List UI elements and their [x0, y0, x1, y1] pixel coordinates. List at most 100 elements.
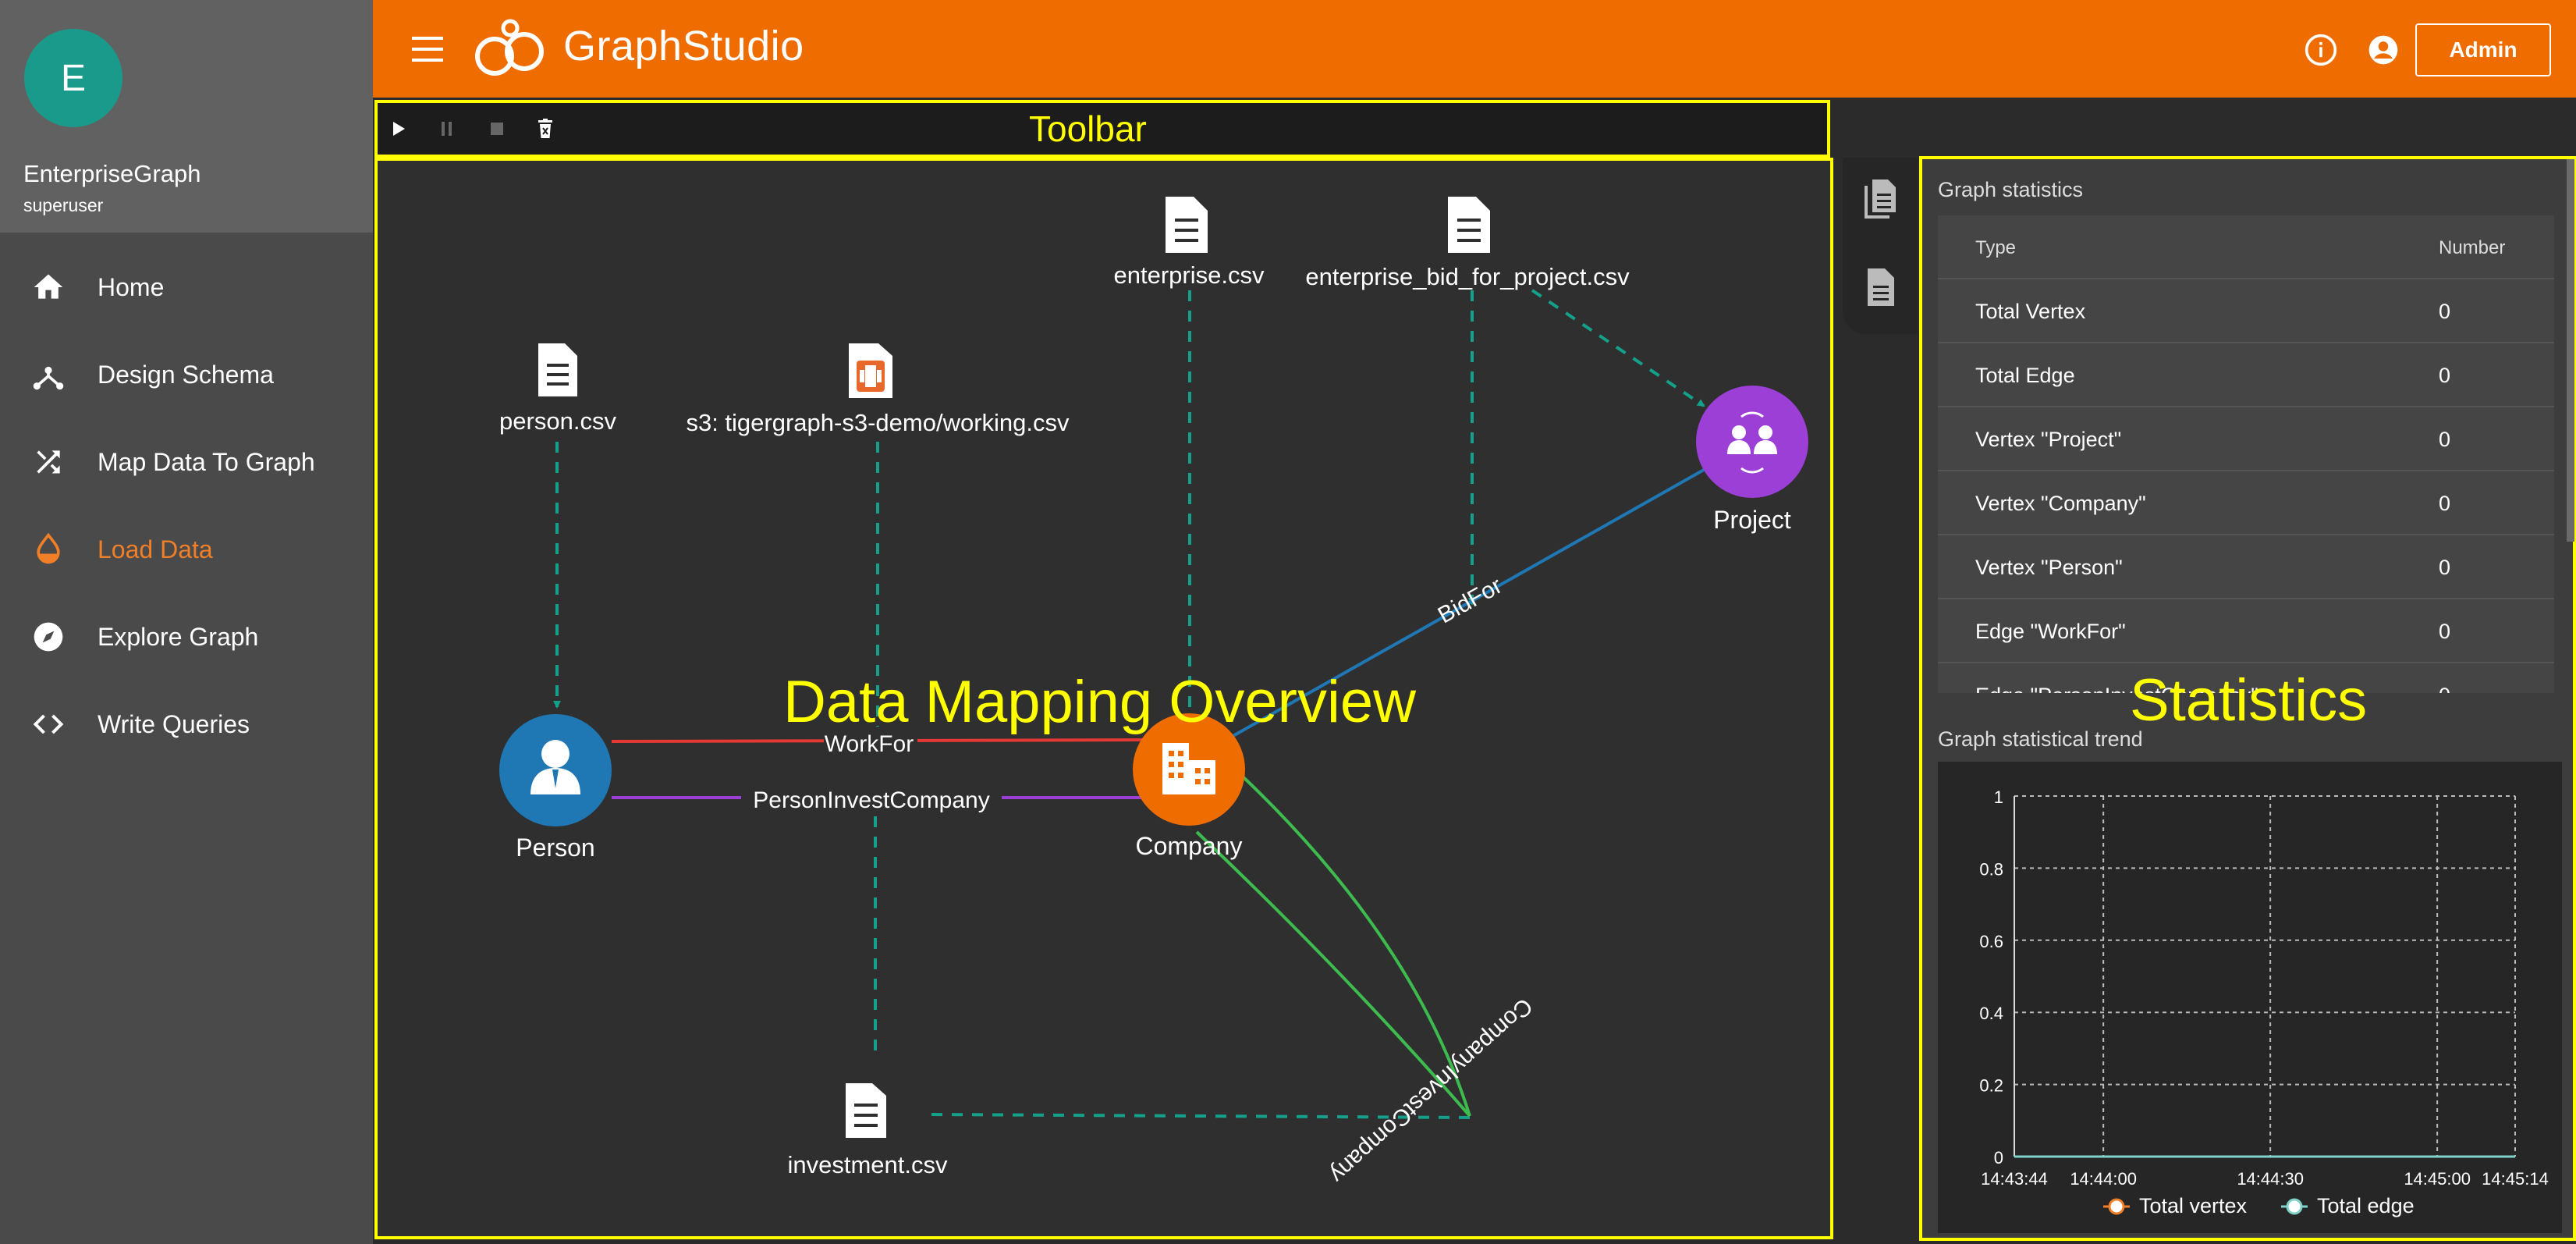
toolbar: Toolbar	[374, 100, 1830, 158]
vertex-label: Person	[516, 833, 594, 862]
sidebar-item-label: Home	[98, 272, 165, 301]
file-enterprise-csv[interactable]: enterprise.csv	[1114, 197, 1265, 289]
table-row: Total Edge 0	[1938, 343, 2554, 407]
cell-number: 0	[2439, 492, 2451, 515]
sidebar-item-load-data[interactable]: Load Data	[0, 510, 373, 588]
cell-number: 0	[2439, 684, 2450, 693]
table-row: Vertex "Company" 0	[1938, 471, 2554, 535]
sidebar-item-label: Explore Graph	[98, 622, 259, 651]
table-row: Vertex "Project" 0	[1938, 407, 2554, 471]
document-icon[interactable]	[1863, 267, 1897, 309]
cell-number: 0	[2439, 364, 2451, 387]
cell-type: Total Vertex	[1975, 300, 2086, 323]
code-icon	[30, 706, 67, 743]
file-enterprise-bid-for-project-csv[interactable]: enterprise_bid_for_project.csv	[1305, 197, 1630, 290]
shuffle-icon	[30, 443, 67, 481]
cell-type: Edge "WorkFor"	[1975, 620, 2126, 643]
file-icon	[1448, 197, 1490, 253]
data-mapping-canvas[interactable]: WorkFor PersonInvestCompany BidFor Compa…	[374, 158, 1833, 1239]
file-icon	[846, 1083, 886, 1138]
play-icon[interactable]	[385, 116, 412, 142]
avatar[interactable]: E	[24, 29, 122, 127]
admin-button[interactable]: Admin	[2415, 23, 2551, 76]
cell-number: 0	[2439, 300, 2451, 323]
trend-chart[interactable]: 0 0.2 0.4 0.6 0.8 1 14:43:44 14:44:00 14:44:30 14…	[1938, 762, 2562, 1233]
table-row: Edge "WorkFor" 0	[1938, 599, 2554, 663]
home-icon	[30, 268, 67, 306]
graph-statistics-table[interactable]: Type Number Total Vertex 0 Total Edge 0 Ve…	[1938, 215, 2554, 693]
y-tick-label: 0.2	[1979, 1076, 2003, 1096]
brand-name: GraphStudio	[563, 22, 804, 70]
panel-tabs	[1843, 158, 1918, 334]
brand-name-bold: Graph	[563, 23, 683, 69]
x-tick-label: 14:43:44	[1981, 1169, 2048, 1189]
overview-annotation-label: Data Mapping Overview	[783, 669, 1417, 735]
cell-type: Vertex "Project"	[1975, 428, 2122, 451]
sidebar-item-write-queries[interactable]: Write Queries	[0, 685, 373, 763]
table-row: Vertex "Person" 0	[1938, 535, 2554, 599]
edge-label-bidfor: BidFor	[1434, 573, 1506, 629]
account-icon[interactable]	[2366, 33, 2400, 71]
y-tick-label: 0	[1994, 1148, 2003, 1168]
y-tick-label: 0.4	[1979, 1004, 2003, 1023]
table-header: Type Number	[1938, 215, 2554, 279]
y-tick-label: 0.6	[1979, 932, 2003, 951]
stop-icon[interactable]	[484, 116, 510, 142]
cell-number: 0	[2439, 428, 2451, 451]
statistics-panel: Graph statistics Type Number Total Verte…	[1919, 156, 2576, 1241]
file-investment-csv[interactable]: investment.csv	[787, 1083, 948, 1178]
sidebar-item-design-schema[interactable]: Design Schema	[0, 336, 373, 414]
file-name: person.csv	[499, 407, 616, 435]
legend-label: Total vertex	[2139, 1194, 2248, 1217]
table-scrollbar[interactable]	[2567, 159, 2574, 542]
hamburger-menu-icon[interactable]	[412, 35, 445, 67]
schema-icon	[30, 356, 67, 393]
graph-name: EnterpriseGraph	[23, 160, 201, 187]
sidebar-item-label: Load Data	[98, 535, 213, 563]
file-icon	[538, 343, 577, 396]
water-drop-icon	[30, 531, 67, 568]
legend-label: Total edge	[2317, 1194, 2415, 1217]
brand-name-light: Studio	[682, 23, 804, 69]
sidebar-item-explore-graph[interactable]: Explore Graph	[0, 598, 373, 676]
column-header-type: Type	[1975, 237, 2017, 258]
info-icon[interactable]	[2304, 33, 2338, 71]
file-name: enterprise_bid_for_project.csv	[1305, 263, 1630, 290]
vertex-circle	[1696, 386, 1808, 498]
file-person-csv[interactable]: person.csv	[499, 343, 616, 435]
x-tick-label: 14:45:00	[2404, 1169, 2471, 1189]
chart-background	[1938, 762, 2562, 1233]
compass-icon	[30, 618, 67, 656]
sidebar-item-map-data[interactable]: Map Data To Graph	[0, 423, 373, 501]
trend-title: Graph statistical trend	[1938, 727, 2143, 751]
file-icon	[1166, 197, 1208, 253]
vertex-label: Project	[1713, 506, 1791, 534]
graph-statistics-title: Graph statistics	[1938, 178, 2084, 201]
sidebar-item-label: Write Queries	[98, 709, 250, 738]
file-name: s3: tigergraph-s3-demo/working.csv	[686, 409, 1070, 436]
edge-companyinvestcompany-a[interactable]	[1242, 776, 1471, 1117]
edge-label-personinvestcompany-text: PersonInvestCompany	[753, 787, 990, 813]
delete-icon[interactable]	[532, 116, 559, 142]
cell-type: Vertex "Company"	[1975, 492, 2146, 515]
s3-bucket-icon	[849, 343, 892, 398]
vertex-project[interactable]: Project	[1696, 386, 1808, 534]
app-header: GraphStudio Admin	[373, 0, 2576, 98]
pause-icon[interactable]	[434, 116, 460, 142]
trend-chart-container: 0 0.2 0.4 0.6 0.8 1 14:43:44 14:44:00 14:44:30 14…	[1938, 762, 2562, 1233]
cell-type: Total Edge	[1975, 364, 2075, 387]
copy-files-icon[interactable]	[1863, 178, 1897, 220]
vertex-person[interactable]: Person	[499, 714, 612, 862]
cell-number: 0	[2439, 556, 2451, 579]
x-tick-label: 14:45:14	[2482, 1169, 2549, 1189]
sidebar-item-home[interactable]: Home	[0, 248, 373, 326]
sidebar: E EnterpriseGraph superuser Home Design …	[0, 0, 373, 1244]
file-s3-working-csv[interactable]: s3: tigergraph-s3-demo/working.csv	[686, 343, 1070, 436]
column-header-number: Number	[2439, 237, 2506, 258]
x-tick-label: 14:44:30	[2237, 1169, 2304, 1189]
mapping-bid-csv-to-project[interactable]	[1531, 289, 1705, 407]
graph-profile: E EnterpriseGraph superuser	[0, 0, 373, 233]
graphstudio-logo-icon	[471, 17, 549, 85]
x-tick-label: 14:44:00	[2070, 1169, 2137, 1189]
y-tick-label: 0.8	[1979, 859, 2003, 879]
